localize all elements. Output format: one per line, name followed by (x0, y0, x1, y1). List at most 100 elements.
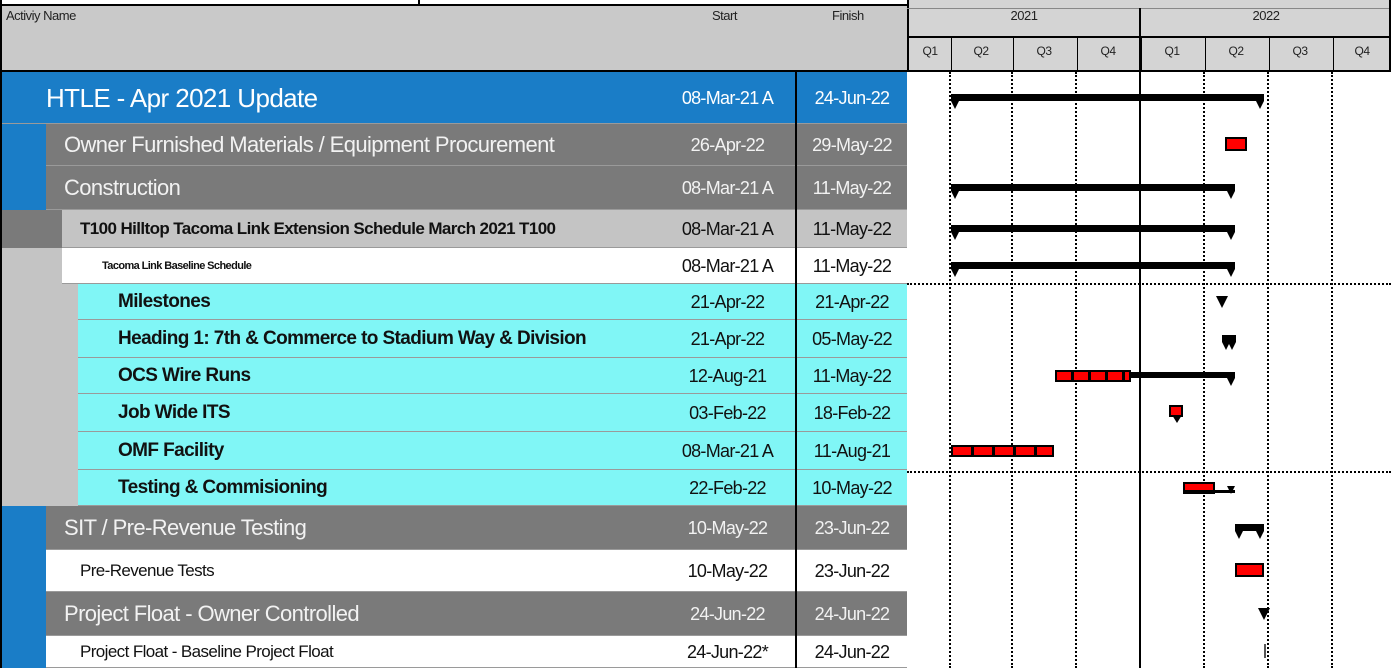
row-separator (907, 471, 1391, 473)
finish-date: 10-May-22 (812, 477, 892, 498)
critical-bar[interactable] (950, 445, 1055, 457)
summary-bar-start-cap[interactable] (950, 191, 959, 199)
outline-indent (0, 636, 46, 668)
activity-row[interactable]: HTLE - Apr 2021 Update 08-Mar-21 A 24-Jun-… (0, 72, 907, 124)
quarter-gridline (1011, 72, 1013, 668)
critical-bar[interactable] (1234, 563, 1264, 577)
quarter-gridline (1331, 72, 1333, 668)
finish-date: 11-May-22 (812, 218, 892, 239)
start-date: 24-Jun-22 (690, 603, 765, 624)
year-label-2021: 2021 (1010, 8, 1038, 23)
outline-indent (0, 320, 78, 358)
summary-bar-end-cap[interactable] (1227, 191, 1236, 199)
summary-bar-end-cap[interactable] (1226, 486, 1235, 494)
quarter-divider (1333, 36, 1334, 72)
header-divider (418, 0, 420, 6)
summary-bar[interactable] (1234, 524, 1264, 531)
outline-indent (0, 124, 46, 166)
start-date: 21-Apr-22 (690, 328, 765, 349)
activity-row[interactable]: Testing & Commisioning 22-Feb-22 10-May-22 (0, 470, 907, 506)
activity-name: Heading 1: 7th & Commerce to Stadium Way… (118, 328, 587, 349)
summary-bar-end-cap[interactable] (1255, 531, 1264, 539)
finish-date: 29-May-22 (812, 134, 892, 155)
quarter-label: Q4 (1354, 44, 1370, 58)
finish-date: 24-Jun-22 (814, 641, 890, 662)
activity-row[interactable]: Owner Furnished Materials / Equipment Pr… (0, 124, 907, 166)
summary-bar-start-cap[interactable] (1234, 531, 1243, 539)
gantt-view: Activiy Name Start Finish 2021 2022 Q1 Q2… (0, 0, 1391, 668)
summary-bar[interactable] (1221, 335, 1236, 342)
activity-name: Job Wide ITS (118, 402, 231, 423)
activity-row[interactable]: Project Float - Baseline Project Float 24… (0, 636, 907, 668)
start-date: 21-Apr-22 (690, 291, 765, 312)
critical-bar[interactable] (1225, 137, 1248, 151)
year-label-2022: 2022 (1252, 8, 1280, 23)
outline-indent (0, 284, 78, 320)
quarter-label: Q3 (1292, 44, 1308, 58)
start-date: 08-Mar-21 A (681, 255, 774, 276)
start-header[interactable]: Start (712, 8, 737, 23)
start-date: 24-Jun-22* (686, 641, 769, 662)
activity-row[interactable]: Construction 08-Mar-21 A 11-May-22 (0, 166, 907, 210)
quarter-label: Q1 (1164, 44, 1180, 58)
summary-bar-end-cap[interactable] (1227, 342, 1236, 350)
outline-indent (0, 506, 46, 550)
outline-indent (0, 432, 78, 470)
quarter-divider (951, 36, 952, 72)
activity-row[interactable]: Milestones 21-Apr-22 21-Apr-22 (0, 284, 907, 320)
quarter-label: Q2 (1228, 44, 1244, 58)
column-header: Activiy Name Start Finish (0, 0, 907, 72)
quarter-divider (1205, 36, 1206, 72)
start-date: 22-Feb-22 (689, 477, 766, 498)
float-bar[interactable] (1264, 644, 1267, 658)
activity-row[interactable]: Job Wide ITS 03-Feb-22 18-Feb-22 (0, 394, 907, 432)
activity-row[interactable]: OMF Facility 08-Mar-21 A 11-Aug-21 (0, 432, 907, 470)
finish-date: 24-Jun-22 (814, 603, 890, 624)
finish-date: 24-Jun-22 (814, 87, 890, 108)
bar-end-cap[interactable] (1171, 415, 1182, 423)
start-date: 10-May-22 (687, 517, 768, 538)
summary-bar-end-cap[interactable] (1227, 232, 1236, 240)
critical-bar[interactable] (1054, 370, 1131, 382)
finish-date: 21-Apr-22 (815, 291, 889, 312)
activity-name: Owner Furnished Materials / Equipment Pr… (64, 132, 555, 157)
activity-row[interactable]: SIT / Pre-Revenue Testing 10-May-22 23-Jun… (0, 506, 907, 550)
activity-name: Construction (64, 175, 181, 200)
summary-bar[interactable] (950, 225, 1236, 232)
summary-bar[interactable] (950, 184, 1236, 191)
quarter-divider (1013, 36, 1014, 72)
activity-row[interactable]: Project Float - Owner Controlled 24-Jun-2… (0, 592, 907, 636)
milestone-marker[interactable] (1215, 296, 1228, 308)
finish-date: 11-May-22 (812, 365, 892, 386)
activity-name-header[interactable]: Activiy Name (6, 8, 76, 23)
activity-row[interactable]: Tacoma Link Baseline Schedule 08-Mar-21 A… (0, 248, 907, 284)
summary-bar-end-cap[interactable] (1227, 378, 1236, 386)
milestone-marker[interactable] (1258, 608, 1271, 620)
left-border (0, 0, 2, 668)
summary-bar-start-cap[interactable] (950, 269, 959, 277)
finish-date: 18-Feb-22 (813, 402, 891, 423)
finish-header[interactable]: Finish (832, 8, 864, 23)
activity-row[interactable]: T100 Hilltop Tacoma Link Extension Sched… (0, 210, 907, 248)
activity-row[interactable]: Pre-Revenue Tests 10-May-22 23-Jun-22 (0, 550, 907, 592)
summary-bar-start-cap[interactable] (950, 232, 959, 240)
summary-bar-start-cap[interactable] (950, 101, 959, 109)
activity-name: Milestones (118, 291, 211, 312)
outline-indent (0, 592, 46, 636)
activity-name: Tacoma Link Baseline Schedule (102, 260, 252, 272)
activity-row[interactable]: Heading 1: 7th & Commerce to Stadium Way… (0, 320, 907, 358)
activity-row[interactable]: OCS Wire Runs 12-Aug-21 11-May-22 (0, 358, 907, 394)
outline-indent (0, 166, 46, 210)
finish-date: 11-May-22 (812, 177, 892, 198)
outline-indent (0, 358, 78, 394)
activity-name: HTLE - Apr 2021 Update (46, 82, 318, 113)
summary-bar[interactable] (950, 94, 1265, 101)
start-date: 03-Feb-22 (689, 402, 766, 423)
summary-bar-end-cap[interactable] (1227, 269, 1236, 277)
summary-bar[interactable] (950, 262, 1236, 269)
quarter-divider (1141, 36, 1142, 72)
start-date: 08-Mar-21 A (681, 218, 774, 239)
activity-name: Pre-Revenue Tests (80, 561, 215, 580)
summary-bar-end-cap[interactable] (1256, 101, 1265, 109)
start-date: 08-Mar-21 A (681, 440, 774, 461)
